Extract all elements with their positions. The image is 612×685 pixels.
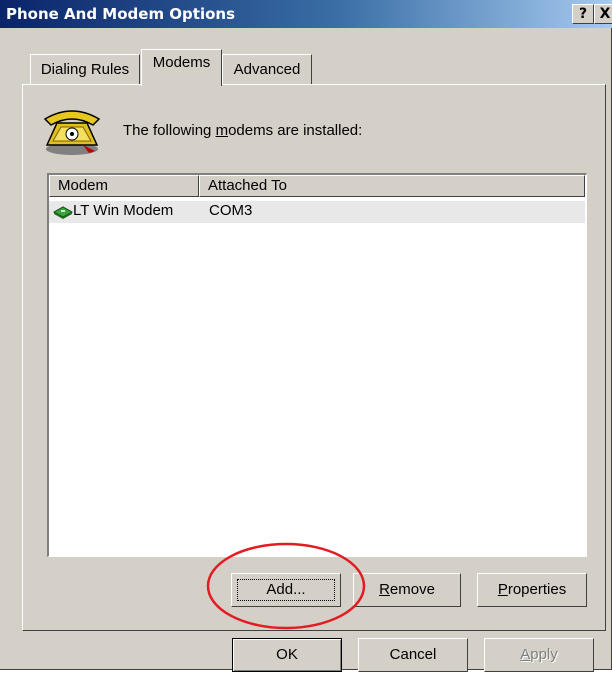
tab-advanced[interactable]: Advanced — [222, 54, 312, 84]
modem-row[interactable]: LT Win Modem COM3 — [49, 201, 585, 223]
remove-button[interactable]: Remove — [353, 573, 461, 607]
close-button[interactable]: X — [594, 4, 612, 24]
telephone-icon — [43, 110, 101, 155]
tab-label: Advanced — [233, 61, 301, 78]
modem-port: COM3 — [209, 202, 253, 219]
tab-modems[interactable]: Modems — [141, 49, 222, 86]
modem-icon — [53, 206, 73, 219]
tab-dialing-rules[interactable]: Dialing Rules — [30, 54, 140, 84]
add-button[interactable]: Add... — [231, 573, 341, 607]
ok-button[interactable]: OK — [232, 638, 342, 672]
phone-modem-options-dialog: Phone And Modem Options ? X Dialing Rule… — [0, 0, 612, 672]
installed-modems-label: The following modems are installed: — [123, 122, 363, 139]
properties-button[interactable]: Properties — [477, 573, 587, 607]
help-icon: ? — [578, 6, 588, 22]
modems-tab-panel: The following modems are installed: Mode… — [22, 84, 606, 631]
focus-rectangle — [237, 579, 335, 601]
help-button[interactable]: ? — [572, 4, 594, 24]
tab-label: Dialing Rules — [40, 61, 130, 78]
apply-button[interactable]: Apply — [484, 638, 594, 672]
column-header-attached-to[interactable]: Attached To — [199, 175, 585, 197]
tab-label: Modems — [152, 54, 211, 71]
window-title: Phone And Modem Options — [6, 5, 236, 23]
column-header-modem[interactable]: Modem — [49, 175, 199, 197]
cancel-button[interactable]: Cancel — [358, 638, 468, 672]
modem-name: LT Win Modem — [73, 202, 174, 219]
modem-list[interactable]: Modem Attached To LT Win Modem COM3 — [47, 173, 587, 557]
close-icon: X — [599, 6, 611, 22]
title-bar[interactable]: Phone And Modem Options ? X — [0, 0, 612, 28]
